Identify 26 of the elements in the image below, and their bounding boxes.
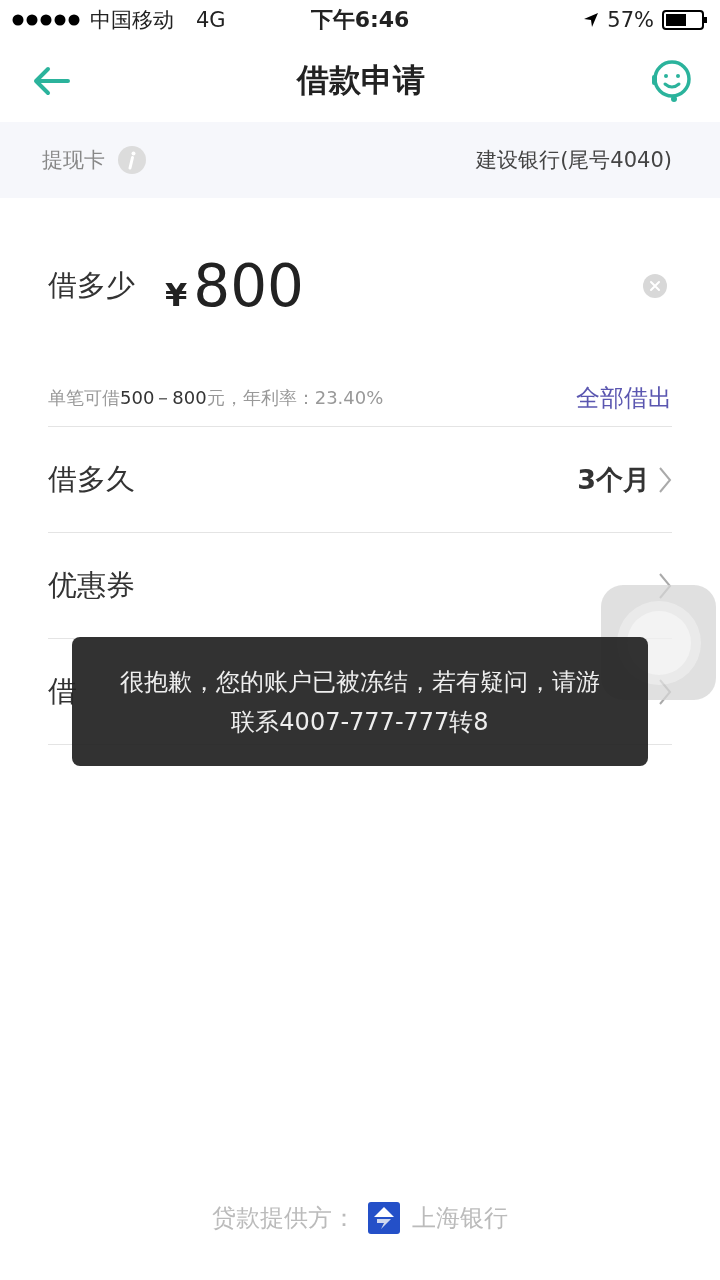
network-type: 4G <box>196 8 226 32</box>
provider-label: 贷款提供方： <box>212 1203 356 1234</box>
row-value: 3个月 <box>577 462 650 497</box>
battery-icon <box>662 10 708 30</box>
bank-name: 上海银行 <box>412 1203 508 1234</box>
list-row[interactable]: 借多久 3个月 <box>48 427 672 533</box>
amount-field[interactable]: ¥800 <box>165 252 642 320</box>
battery-percent: 57% <box>607 8 654 32</box>
borrow-all-link[interactable]: 全部借出 <box>576 382 672 414</box>
location-icon <box>583 12 600 28</box>
carrier-name: 中国移动 <box>90 7 174 34</box>
chevron-icon <box>658 465 672 494</box>
back-icon[interactable] <box>32 66 72 96</box>
card-label: 提现卡 <box>42 147 105 174</box>
signal-icon <box>12 14 82 26</box>
customer-service-icon[interactable] <box>650 59 694 103</box>
card-value: 建设银行(尾号4040) <box>476 147 672 174</box>
clear-icon[interactable] <box>642 273 668 299</box>
bank-logo-icon <box>368 1202 400 1234</box>
status-time: 下午6:46 <box>310 6 410 34</box>
page-title: 借款申请 <box>297 60 425 101</box>
freeze-toast: 很抱歉，您的账户已被冻结，若有疑问，请游 联系4007-777-777转8 <box>72 637 648 766</box>
info-icon <box>117 145 147 175</box>
amount-hint: 单笔可借500－800元，年利率：23.40% <box>48 386 384 410</box>
amount-label: 借多少 <box>48 267 135 304</box>
withdraw-card-row[interactable]: 提现卡 建设银行(尾号4040) <box>0 122 720 198</box>
